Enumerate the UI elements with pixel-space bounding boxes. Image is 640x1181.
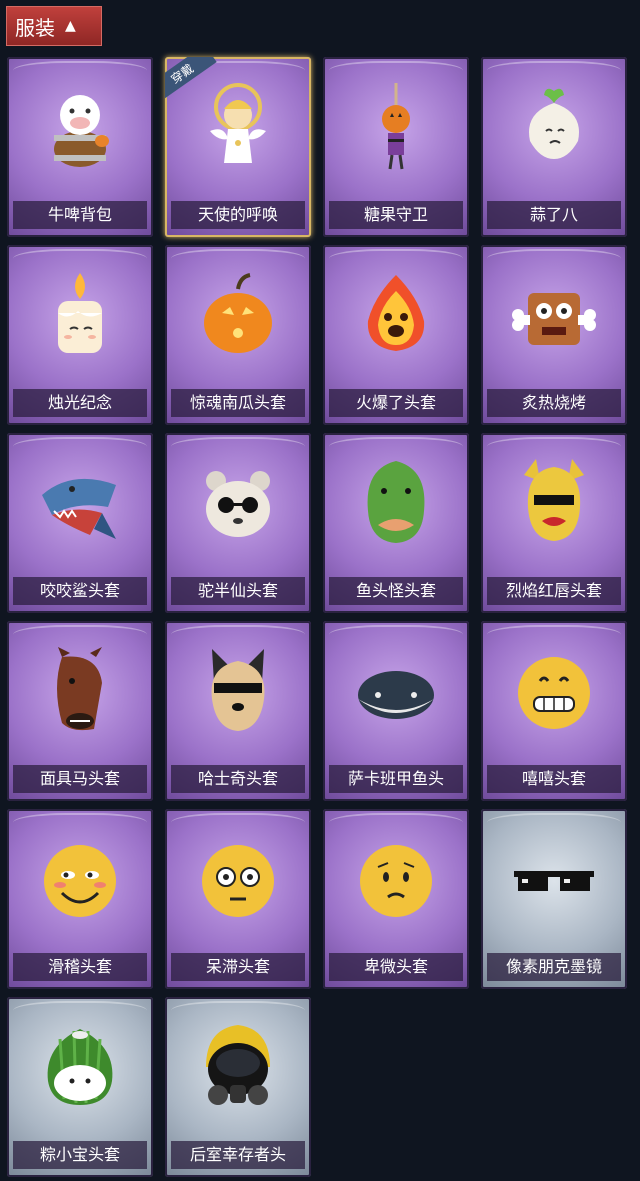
costume-card[interactable]: 惊魂南瓜头套 <box>165 245 311 425</box>
costume-card[interactable]: 天使的呼唤 穿戴 <box>165 57 311 237</box>
costume-name: 嘻嘻头套 <box>487 765 621 793</box>
candle-icon <box>32 267 128 363</box>
costume-section-header[interactable]: 服装 ▲ <box>6 6 102 46</box>
costume-card[interactable]: 蒜了八 <box>481 57 627 237</box>
costume-card[interactable]: 粽小宝头套 <box>7 997 153 1177</box>
costume-card[interactable]: 糖果守卫 <box>323 57 469 237</box>
costume-name: 炙热烧烤 <box>487 389 621 417</box>
horse-mask-icon <box>32 643 128 739</box>
bbq-head-icon <box>506 267 602 363</box>
costume-name: 驼半仙头套 <box>171 577 305 605</box>
costume-grid: 牛啤背包 天使的呼唤 穿戴 糖果守卫 蒜了八烛光纪念 惊魂南瓜头套 火爆了头套 炙热烧烤咬咬鲨… <box>7 57 627 1177</box>
costume-card[interactable]: 萨卡班甲鱼头 <box>323 621 469 801</box>
husky-head-icon <box>190 643 286 739</box>
costume-name: 糖果守卫 <box>329 201 463 229</box>
grin-emoji-icon <box>506 643 602 739</box>
costume-name: 牛啤背包 <box>13 201 147 229</box>
costume-card[interactable]: 后室幸存者头 <box>165 997 311 1177</box>
costume-card[interactable]: 炙热烧烤 <box>481 245 627 425</box>
pumpkin-doll-icon <box>348 79 444 175</box>
pumpkin-head-icon <box>190 267 286 363</box>
gas-mask-icon <box>190 1019 286 1115</box>
costume-name: 蒜了八 <box>487 201 621 229</box>
bear-glasses-icon <box>190 455 286 551</box>
garlic-icon <box>506 79 602 175</box>
costume-name: 粽小宝头套 <box>13 1141 147 1169</box>
chevron-up-icon[interactable]: ▲ <box>65 19 76 33</box>
costume-name: 哈士奇头套 <box>171 765 305 793</box>
costume-card[interactable]: 嘻嘻头套 <box>481 621 627 801</box>
costume-card[interactable]: 哈士奇头套 <box>165 621 311 801</box>
funny-emoji-icon <box>32 831 128 927</box>
fire-head-icon <box>348 267 444 363</box>
costume-name: 惊魂南瓜头套 <box>171 389 305 417</box>
pixel-sunglasses-icon <box>506 831 602 927</box>
costume-card[interactable]: 驼半仙头套 <box>165 433 311 613</box>
dazed-emoji-icon <box>190 831 286 927</box>
costume-name: 萨卡班甲鱼头 <box>329 765 463 793</box>
costume-name: 咬咬鲨头套 <box>13 577 147 605</box>
costume-card[interactable]: 像素朋克墨镜 <box>481 809 627 989</box>
costume-card[interactable]: 烈焰红唇头套 <box>481 433 627 613</box>
cow-beer-icon <box>32 79 128 175</box>
costume-card[interactable]: 鱼头怪头套 <box>323 433 469 613</box>
costume-name: 后室幸存者头 <box>171 1141 305 1169</box>
costume-card[interactable]: 滑稽头套 <box>7 809 153 989</box>
costume-card[interactable]: 卑微头套 <box>323 809 469 989</box>
zongzi-head-icon <box>32 1019 128 1115</box>
costume-name: 滑稽头套 <box>13 953 147 981</box>
costume-name: 卑微头套 <box>329 953 463 981</box>
costume-card[interactable]: 烛光纪念 <box>7 245 153 425</box>
costume-name: 像素朋克墨镜 <box>487 953 621 981</box>
costume-name: 火爆了头套 <box>329 389 463 417</box>
fish-head-icon <box>348 643 444 739</box>
costume-name: 天使的呼唤 <box>171 201 305 229</box>
humble-emoji-icon <box>348 831 444 927</box>
costume-name: 烈焰红唇头套 <box>487 577 621 605</box>
costume-card[interactable]: 面具马头套 <box>7 621 153 801</box>
costume-name: 鱼头怪头套 <box>329 577 463 605</box>
costume-name: 面具马头套 <box>13 765 147 793</box>
fish-monster-icon <box>348 455 444 551</box>
costume-card[interactable]: 火爆了头套 <box>323 245 469 425</box>
shark-head-icon <box>32 455 128 551</box>
costume-name: 呆滞头套 <box>171 953 305 981</box>
costume-card[interactable]: 呆滞头套 <box>165 809 311 989</box>
costume-name: 烛光纪念 <box>13 389 147 417</box>
costume-card[interactable]: 咬咬鲨头套 <box>7 433 153 613</box>
costume-card[interactable]: 牛啤背包 <box>7 57 153 237</box>
section-title: 服装 <box>15 15 55 40</box>
red-lips-mask-icon <box>506 455 602 551</box>
angel-icon <box>190 79 286 175</box>
